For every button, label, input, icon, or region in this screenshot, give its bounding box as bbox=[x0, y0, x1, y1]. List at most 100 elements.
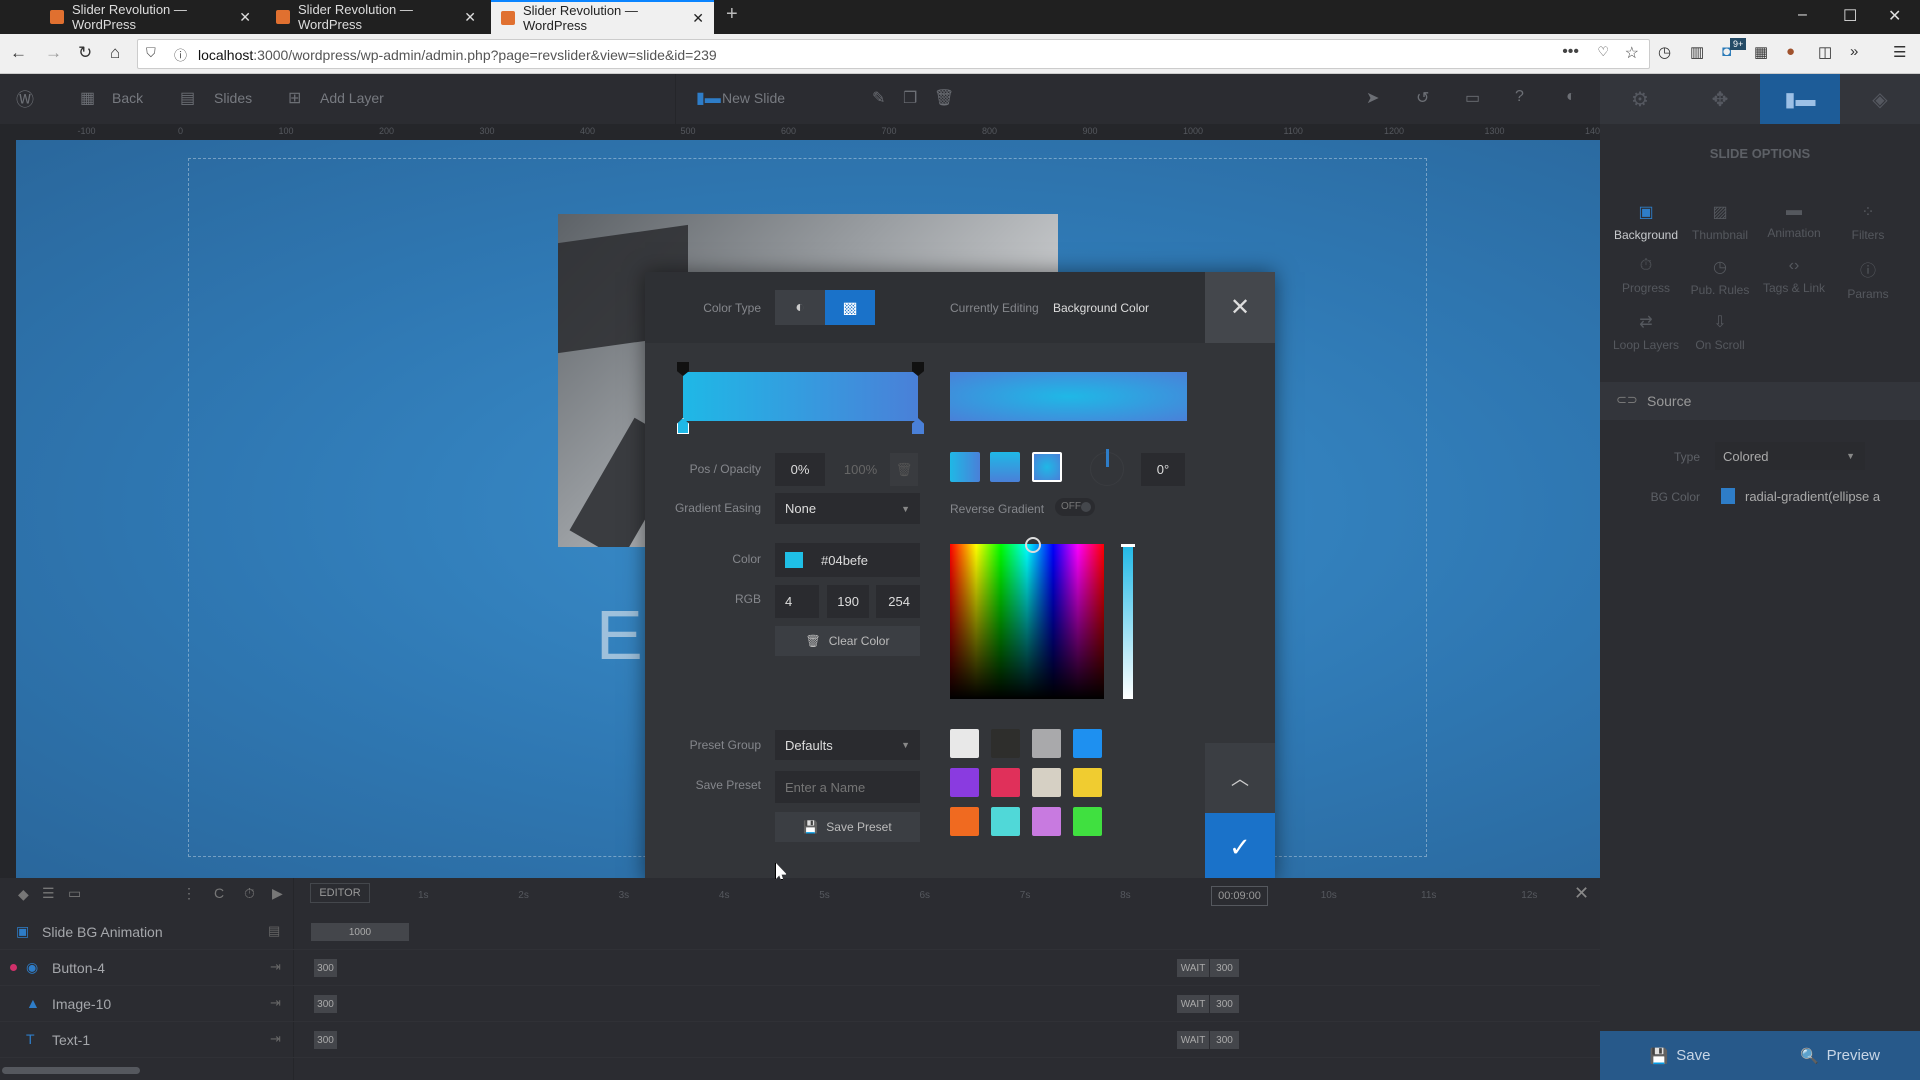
timeline-row[interactable]: ▲ Image-10 ⇥ 300 WAIT 300 bbox=[0, 986, 1600, 1022]
text-layer[interactable]: E bbox=[596, 595, 643, 675]
red-input[interactable]: 4 bbox=[775, 585, 819, 618]
preset-group-select[interactable]: Defaults ▼ bbox=[775, 730, 920, 760]
preset-swatch[interactable] bbox=[1032, 768, 1061, 797]
timeline-row[interactable]: T Text-1 ⇥ 300 WAIT 300 bbox=[0, 1022, 1600, 1058]
cursor-icon[interactable]: ➤ bbox=[1366, 88, 1379, 108]
contrast-icon[interactable]: ◐ bbox=[1566, 88, 1576, 106]
close-tab-icon[interactable]: ✕ bbox=[464, 9, 476, 26]
in-duration[interactable]: 300 bbox=[314, 959, 337, 977]
more-icon[interactable]: ••• bbox=[1562, 43, 1579, 61]
preset-swatch[interactable] bbox=[991, 768, 1020, 797]
preset-swatch[interactable] bbox=[1032, 729, 1061, 758]
preset-swatch[interactable] bbox=[1032, 807, 1061, 836]
vertical-gradient-type[interactable] bbox=[990, 452, 1020, 482]
option-pub-rules[interactable]: ◷ Pub. Rules bbox=[1680, 257, 1760, 297]
confirm-button[interactable]: ✓ bbox=[1205, 813, 1275, 882]
magnet-icon[interactable]: C bbox=[214, 885, 224, 901]
spectrum-handle[interactable] bbox=[1025, 537, 1041, 553]
close-dialog-button[interactable]: ✕ bbox=[1205, 272, 1275, 343]
bg-color-input[interactable]: radial-gradient(ellipse a bbox=[1715, 482, 1895, 510]
preset-swatch[interactable] bbox=[991, 807, 1020, 836]
play-icon[interactable]: ▶ bbox=[272, 885, 283, 902]
linear-gradient-type[interactable] bbox=[950, 452, 980, 482]
wait-marker[interactable]: WAIT bbox=[1177, 959, 1209, 977]
editor-badge[interactable]: EDITOR bbox=[310, 883, 370, 903]
timeline-row[interactable]: ▣ Slide BG Animation ▤ 1000 bbox=[0, 914, 1600, 950]
out-duration[interactable]: 300 bbox=[1210, 995, 1239, 1013]
info-icon[interactable]: ⓘ bbox=[174, 45, 187, 64]
animation-duration-bar[interactable]: 1000 bbox=[311, 923, 409, 941]
preset-swatch[interactable] bbox=[950, 807, 979, 836]
star-icon[interactable]: ☆ bbox=[1625, 43, 1639, 63]
settings-tab-icon[interactable]: ⚙ bbox=[1600, 74, 1680, 124]
radial-gradient-type[interactable] bbox=[1032, 452, 1062, 482]
browser-tab[interactable]: Slider Revolution — WordPress ✕ bbox=[266, 0, 486, 34]
clear-color-button[interactable]: 🗑 Clear Color bbox=[775, 626, 920, 656]
solid-color-button[interactable]: ◐ bbox=[775, 290, 825, 325]
gradient-bar[interactable] bbox=[683, 372, 918, 421]
back-icon[interactable]: ← bbox=[10, 43, 27, 63]
angle-input[interactable]: 0° bbox=[1141, 453, 1185, 486]
option-progress[interactable]: ⏱ Progress bbox=[1606, 257, 1686, 295]
history-icon[interactable]: ◷ bbox=[1658, 43, 1671, 61]
timeline-row[interactable]: ◉ Button-4 ⇥ 300 WAIT 300 bbox=[0, 950, 1600, 986]
close-timeline-icon[interactable]: ✕ bbox=[1574, 883, 1589, 904]
option-animation[interactable]: ▬ Animation bbox=[1754, 202, 1834, 240]
wait-marker[interactable]: WAIT bbox=[1177, 995, 1209, 1013]
overflow-icon[interactable]: » bbox=[1850, 43, 1858, 60]
desktop-icon[interactable]: ▭ bbox=[1465, 88, 1480, 108]
option-on-scroll[interactable]: ⇩ On Scroll bbox=[1680, 312, 1760, 352]
save-button[interactable]: 💾 Save bbox=[1600, 1031, 1760, 1080]
preset-swatch[interactable] bbox=[950, 729, 979, 758]
collapse-button[interactable]: ︿ bbox=[1205, 743, 1275, 813]
save-preset-button[interactable]: 💾 Save Preset bbox=[775, 812, 920, 842]
layers-icon[interactable]: ◆ bbox=[18, 886, 29, 903]
layers-tab-icon[interactable]: ◈ bbox=[1840, 74, 1920, 124]
preview-button[interactable]: 🔍 Preview bbox=[1760, 1031, 1920, 1080]
close-tab-icon[interactable]: ✕ bbox=[239, 9, 251, 26]
out-duration[interactable]: 300 bbox=[1210, 1031, 1239, 1049]
home-icon[interactable]: ⌂ bbox=[110, 43, 120, 63]
option-background[interactable]: ▣ Background bbox=[1606, 202, 1686, 242]
preset-swatch[interactable] bbox=[1073, 768, 1102, 797]
url-bar[interactable]: ⛉ ⓘ localhost:3000/wordpress/wp-admin/ad… bbox=[137, 39, 1650, 69]
color-spectrum[interactable] bbox=[950, 544, 1104, 699]
sidebar-icon[interactable]: ▥ bbox=[1690, 43, 1704, 61]
cookie-icon[interactable]: ● bbox=[1786, 43, 1795, 60]
pocket-icon[interactable]: ♡ bbox=[1597, 44, 1609, 60]
blue-input[interactable]: 254 bbox=[876, 585, 920, 618]
undo-icon[interactable]: ↺ bbox=[1416, 88, 1429, 108]
folder-icon[interactable]: ▭ bbox=[68, 885, 81, 902]
gradient-easing-select[interactable]: None ▼ bbox=[775, 493, 920, 524]
opacity-input[interactable]: 100% bbox=[833, 453, 888, 486]
navigation-tab-icon[interactable]: ✥ bbox=[1680, 74, 1760, 124]
position-input[interactable]: 0% bbox=[775, 453, 825, 486]
close-tab-icon[interactable]: ✕ bbox=[692, 10, 704, 27]
type-select[interactable]: Colored ▼ bbox=[1715, 442, 1865, 470]
current-time-indicator[interactable]: 00:09:00 bbox=[1211, 886, 1268, 906]
source-section-header[interactable]: ⊂⊃ Source bbox=[1600, 382, 1920, 420]
slides-button[interactable]: Slides bbox=[214, 90, 252, 106]
in-duration[interactable]: 300 bbox=[314, 995, 337, 1013]
wait-marker[interactable]: WAIT bbox=[1177, 1031, 1209, 1049]
snap-grid-icon[interactable]: ⋮ bbox=[182, 885, 196, 902]
horizontal-scrollbar[interactable] bbox=[2, 1067, 140, 1074]
pencil-icon[interactable]: ✎ bbox=[872, 88, 885, 108]
forward-icon[interactable]: → bbox=[45, 43, 62, 63]
green-input[interactable]: 190 bbox=[827, 585, 869, 618]
preset-name-input[interactable] bbox=[775, 771, 920, 803]
minimize-button[interactable]: – bbox=[1798, 6, 1807, 24]
delete-stop-button[interactable]: 🗑 bbox=[890, 453, 918, 486]
lightness-slider[interactable] bbox=[1123, 544, 1133, 699]
angle-dial[interactable] bbox=[1090, 449, 1124, 486]
reverse-gradient-toggle[interactable]: OFF bbox=[1055, 498, 1095, 516]
new-tab-button[interactable]: + bbox=[726, 3, 738, 26]
color-hex-input[interactable]: #04befe bbox=[775, 543, 920, 577]
wordpress-logo-icon[interactable]: Ⓦ bbox=[16, 86, 34, 112]
preset-swatch[interactable] bbox=[1073, 729, 1102, 758]
option-thumbnail[interactable]: ▨ Thumbnail bbox=[1680, 202, 1760, 242]
option-tags-link[interactable]: ‹› Tags & Link bbox=[1754, 257, 1834, 295]
duplicate-icon[interactable]: ❐ bbox=[903, 88, 917, 108]
option-loop-layers[interactable]: ⇄ Loop Layers bbox=[1606, 312, 1686, 352]
trash-icon[interactable]: 🗑 bbox=[934, 88, 954, 108]
